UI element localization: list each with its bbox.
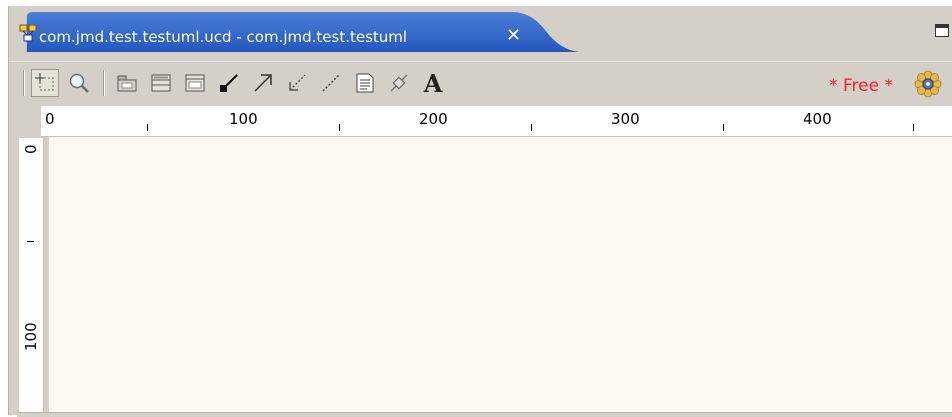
marquee-select-icon (35, 73, 54, 91)
note-tool[interactable] (351, 69, 379, 97)
diagram-canvas[interactable] (49, 137, 952, 413)
note-link-tool[interactable] (385, 69, 413, 97)
uml-editor: com.jmd.test.testuml.ucd - com.jmd.test.… (8, 6, 952, 417)
note-icon (356, 73, 374, 93)
ruler-label: 0 (22, 144, 40, 154)
magnifier-icon (69, 73, 89, 93)
ruler-tick (913, 124, 914, 131)
palette-toolbar: A * Free * (9, 61, 952, 106)
editor-bottom-border (17, 412, 952, 417)
interface-icon (185, 74, 205, 92)
association-tool[interactable] (215, 69, 243, 97)
ruler-tick (723, 124, 724, 131)
association-icon (220, 74, 238, 92)
interface-tool[interactable] (181, 69, 209, 97)
close-icon[interactable]: ✕ (506, 25, 521, 46)
zoom-tool[interactable] (65, 69, 93, 97)
ruler-tick (339, 124, 340, 131)
maximize-icon[interactable] (935, 24, 949, 37)
class-icon (151, 74, 171, 92)
note-link-icon (390, 74, 408, 92)
ruler-label: 300 (611, 110, 640, 128)
text-icon: A (423, 68, 443, 98)
ruler-label: 100 (229, 110, 258, 128)
editor-tab-strip: com.jmd.test.testuml.ucd - com.jmd.test.… (9, 6, 952, 61)
package-tool[interactable] (113, 69, 141, 97)
tab-title: com.jmd.test.testuml.ucd - com.jmd.test.… (39, 28, 408, 46)
omondo-flower-icon[interactable] (911, 69, 945, 99)
ruler-tick (147, 124, 148, 131)
inheritance-arrow-icon (254, 74, 272, 92)
dependency-arrow-icon (289, 74, 306, 91)
ruler-label: 400 (803, 110, 832, 128)
ruler-label: 0 (45, 110, 55, 128)
toolbar-separator (103, 70, 105, 96)
dependency-tool[interactable] (283, 69, 311, 97)
inheritance-tool[interactable] (249, 69, 277, 97)
vertical-ruler: 0 100 (19, 138, 44, 412)
dashed-line-icon (322, 74, 340, 92)
uml-diagram-icon (19, 24, 37, 42)
ruler-label: 100 (22, 322, 40, 351)
ruler-label: 200 (419, 110, 448, 128)
package-icon (117, 75, 137, 92)
horizontal-ruler: 0 100 200 300 400 (41, 106, 952, 137)
class-tool[interactable] (147, 69, 175, 97)
free-label: * Free * (829, 76, 893, 96)
select-tool[interactable] (31, 69, 59, 97)
ruler-tick (27, 241, 34, 242)
link-tool[interactable] (317, 69, 345, 97)
toolbar-separator (23, 70, 25, 96)
ruler-tick (531, 124, 532, 131)
text-tool[interactable]: A (419, 68, 447, 98)
